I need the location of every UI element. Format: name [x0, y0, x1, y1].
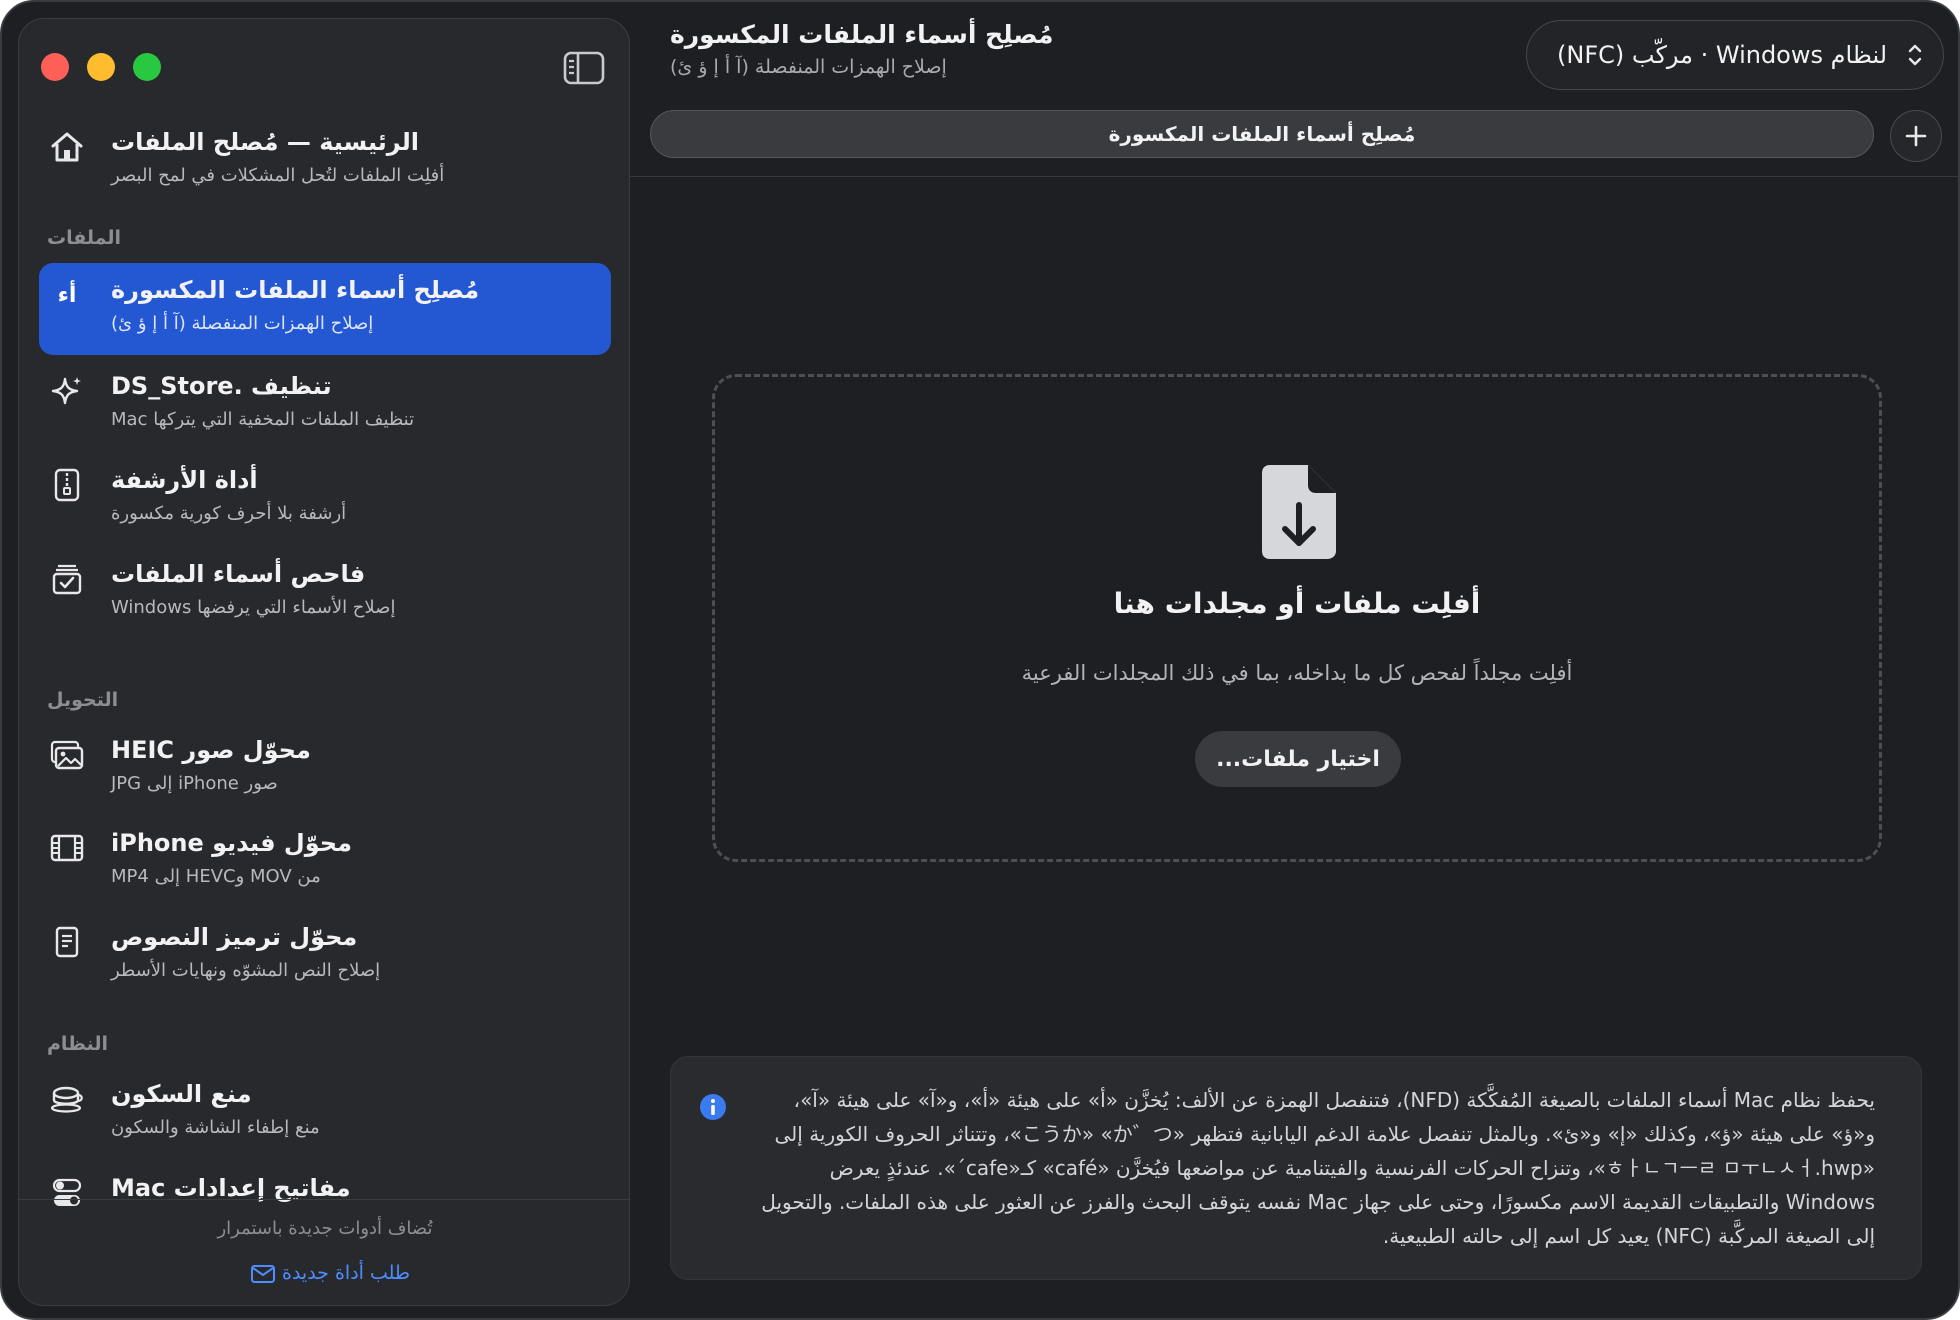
sidebar-footer: تُضاف أدوات جديدة باستمرار طلب أداة جديد…	[19, 1199, 629, 1305]
sidebar-item-title: فاحص أسماء الملفات	[111, 560, 366, 588]
sidebar-item-title: محوّل صور HEIC	[111, 736, 311, 764]
arabic-letters-icon: أء	[57, 282, 77, 308]
drop-zone-title: أفلِت ملفات أو مجلدات هنا	[1113, 587, 1481, 620]
sidebar-item-subtitle: إصلاح الأسماء التي يرفضها Windows	[111, 597, 396, 618]
sidebar-item-title: مُصلِح أسماء الملفات المكسورة	[111, 276, 480, 304]
info-panel: يحفظ نظام Mac أسماء الملفات بالصيغة المُ…	[670, 1056, 1922, 1280]
zip-file-icon	[49, 467, 85, 503]
zoom-window-button[interactable]	[133, 53, 161, 81]
request-tool-link[interactable]: طلب أداة جديدة	[19, 1262, 629, 1284]
chevron-up-down-icon	[1908, 44, 1922, 66]
sidebar-item-filename-checker[interactable]: فاحص أسماء الملفات إصلاح الأسماء التي ير…	[39, 547, 611, 639]
document-text-icon	[49, 924, 85, 960]
sidebar-item-title: تنظيف .DS_Store	[111, 372, 332, 400]
sidebar-item-home[interactable]: الرئيسية — مُصلح الملفات أفلِت الملفات ل…	[39, 115, 611, 207]
document-download-icon	[1260, 463, 1338, 561]
footer-note: تُضاف أدوات جديدة باستمرار	[217, 1218, 433, 1239]
sidebar-toggle-icon[interactable]	[563, 51, 605, 85]
envelope-icon	[250, 1264, 275, 1283]
sidebar-item-subtitle: صور iPhone إلى JPG	[111, 773, 278, 794]
sidebar-item-subtitle: من MOV وHEVC إلى MP4	[111, 866, 321, 887]
info-icon	[699, 1093, 727, 1121]
sidebar-item-subtitle: إصلاح النص المشوّه ونهايات الأسطر	[111, 960, 381, 981]
sidebar-item-iphone-video-converter[interactable]: محوّل فيديو iPhone من MOV وHEVC إلى MP4	[39, 816, 611, 908]
sidebar-item-heic-converter[interactable]: محوّل صور HEIC صور iPhone إلى JPG	[39, 723, 611, 815]
tab-broken-filename-fixer[interactable]: مُصلِح أسماء الملفات المكسورة	[650, 110, 1874, 158]
sidebar-item-title: منع السكون	[111, 1080, 252, 1108]
section-label-system: النظام	[47, 1033, 108, 1055]
choose-files-button[interactable]: اختيار ملفات...	[1195, 731, 1401, 787]
file-drop-zone[interactable]: أفلِت ملفات أو مجلدات هنا أفلِت مجلداً ل…	[712, 374, 1882, 862]
page-subtitle: إصلاح الهمزات المنفصلة (آ أ إ ؤ ئ)	[670, 56, 947, 78]
sidebar-item-broken-filename-fixer[interactable]: أء مُصلِح أسماء الملفات المكسورة إصلاح ا…	[39, 263, 611, 355]
checklist-icon	[49, 561, 85, 597]
sidebar-item-title: أداة الأرشفة	[111, 466, 258, 494]
sidebar-item-subtitle: أفلِت الملفات لتُحل المشكلات في لمح البص…	[111, 165, 445, 186]
film-icon	[49, 830, 85, 866]
info-text: يحفظ نظام Mac أسماء الملفات بالصيغة المُ…	[761, 1088, 1875, 1248]
request-tool-label: طلب أداة جديدة	[281, 1262, 411, 1284]
section-label-files: الملفات	[47, 227, 122, 249]
normalization-select[interactable]: لنظام Windows · مركّب (NFC)	[1526, 20, 1944, 90]
sidebar-item-subtitle: إصلاح الهمزات المنفصلة (آ أ إ ؤ ئ)	[111, 313, 374, 334]
sidebar-item-archive-tool[interactable]: أداة الأرشفة أرشفة بلا أحرف كورية مكسورة	[39, 453, 611, 545]
sidebar-item-subtitle: أرشفة بلا أحرف كورية مكسورة	[111, 503, 347, 524]
photos-icon	[49, 737, 85, 773]
plus-icon	[1905, 125, 1927, 147]
add-tab-button[interactable]	[1890, 110, 1942, 162]
sidebar-item-subtitle: منع إطفاء الشاشة والسكون	[111, 1117, 320, 1138]
sidebar: الرئيسية — مُصلح الملفات أفلِت الملفات ل…	[18, 18, 630, 1306]
divider	[630, 176, 1958, 177]
main-panel: مُصلِح أسماء الملفات المكسورة إصلاح الهم…	[630, 2, 1958, 1318]
sparkles-icon	[49, 373, 85, 409]
sidebar-item-ds-store-cleaner[interactable]: تنظيف .DS_Store تنظيف الملفات المخفية ال…	[39, 359, 611, 451]
coffee-cup-icon	[49, 1081, 85, 1117]
minimize-window-button[interactable]	[87, 53, 115, 81]
sidebar-item-prevent-sleep[interactable]: منع السكون منع إطفاء الشاشة والسكون	[39, 1067, 611, 1159]
section-label-conversion: التحويل	[47, 689, 119, 711]
house-icon	[49, 129, 85, 165]
app-window: الرئيسية — مُصلح الملفات أفلِت الملفات ل…	[0, 0, 1960, 1320]
close-window-button[interactable]	[41, 53, 69, 81]
sidebar-item-text-encoding-converter[interactable]: محوّل ترميز النصوص إصلاح النص المشوّه ون…	[39, 910, 611, 1002]
sidebar-item-subtitle: تنظيف الملفات المخفية التي يتركها Mac	[111, 409, 415, 430]
normalization-select-value: لنظام Windows · مركّب (NFC)	[1557, 41, 1888, 69]
sidebar-item-title: محوّل فيديو iPhone	[111, 829, 352, 857]
sidebar-item-title: محوّل ترميز النصوص	[111, 923, 358, 951]
page-title: مُصلِح أسماء الملفات المكسورة	[670, 20, 1054, 49]
sidebar-item-title: الرئيسية — مُصلح الملفات	[111, 128, 419, 156]
drop-zone-subtitle: أفلِت مجلداً لفحص كل ما بداخله، بما في ذ…	[1021, 661, 1573, 685]
